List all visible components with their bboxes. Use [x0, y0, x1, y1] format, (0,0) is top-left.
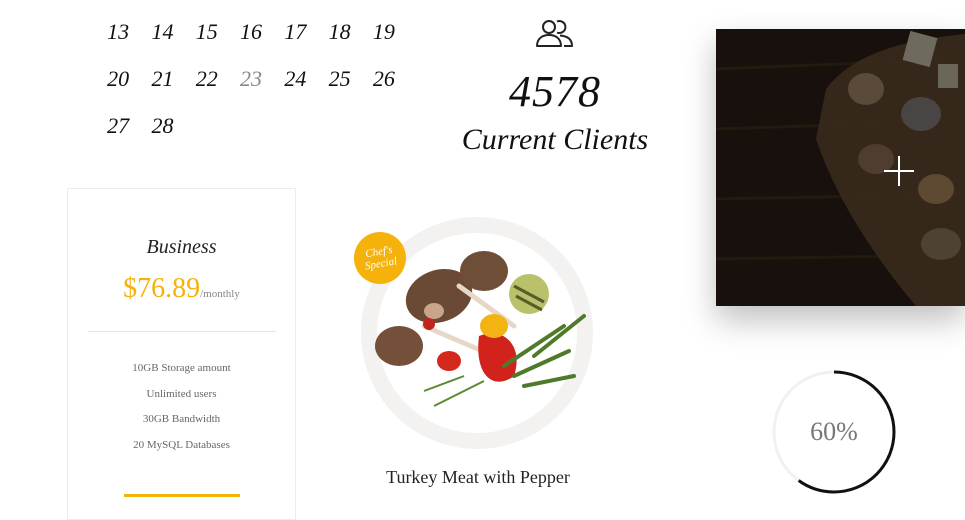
client-counter: 4578 Current Clients — [440, 14, 670, 157]
calendar-week-row: 13 14 15 16 17 18 19 — [96, 8, 416, 55]
progress-circle: 60% — [770, 368, 898, 496]
calendar-day[interactable]: 20 — [96, 66, 140, 92]
users-icon — [536, 20, 573, 47]
dessert-photo — [716, 29, 965, 306]
plan-price: $76.89 — [123, 273, 201, 304]
calendar-day[interactable]: 14 — [140, 19, 184, 45]
plan-feature: Unlimited users — [146, 387, 217, 400]
plan-period: /monthly — [200, 288, 240, 300]
plan-feature: 20 MySQL Databases — [133, 438, 230, 451]
calendar: 13 14 15 16 17 18 19 20 21 22 23 24 25 2… — [96, 8, 416, 149]
progress-label: 60% — [810, 417, 858, 446]
calendar-day[interactable]: 16 — [229, 19, 273, 45]
divider — [87, 331, 276, 332]
plan-name: Business — [146, 236, 217, 258]
calendar-day[interactable]: 27 — [96, 113, 140, 139]
calendar-day[interactable]: 24 — [273, 66, 317, 92]
plan-cta-button[interactable] — [123, 494, 240, 497]
plan-feature: 30GB Bandwidth — [142, 413, 221, 425]
calendar-week-row: 27 28 — [96, 102, 416, 149]
client-count: 4578 — [509, 67, 601, 116]
calendar-day[interactable]: 13 — [96, 19, 140, 45]
calendar-day[interactable]: 26 — [362, 66, 406, 92]
calendar-day[interactable]: 19 — [362, 19, 406, 45]
calendar-day[interactable]: 25 — [317, 66, 361, 92]
plan-price-line: $76.89/monthly — [68, 273, 295, 305]
calendar-day[interactable]: 21 — [140, 66, 184, 92]
calendar-day[interactable]: 22 — [185, 66, 229, 92]
calendar-day-today[interactable]: 23 — [229, 66, 273, 92]
gallery-image-card[interactable] — [716, 29, 965, 306]
pricing-card: Business $76.89/monthly 10GB Storage amo… — [67, 188, 296, 520]
plus-icon[interactable] — [883, 155, 915, 187]
client-count-label: Current Clients — [461, 123, 649, 156]
calendar-day[interactable]: 17 — [273, 19, 317, 45]
calendar-day[interactable]: 28 — [140, 113, 184, 139]
calendar-day[interactable]: 18 — [317, 19, 361, 45]
plan-feature: 10GB Storage amount — [132, 362, 231, 374]
calendar-day[interactable]: 15 — [185, 19, 229, 45]
dish-title[interactable]: Turkey Meat with Pepper — [354, 467, 602, 488]
calendar-week-row: 20 21 22 23 24 25 26 — [96, 55, 416, 102]
